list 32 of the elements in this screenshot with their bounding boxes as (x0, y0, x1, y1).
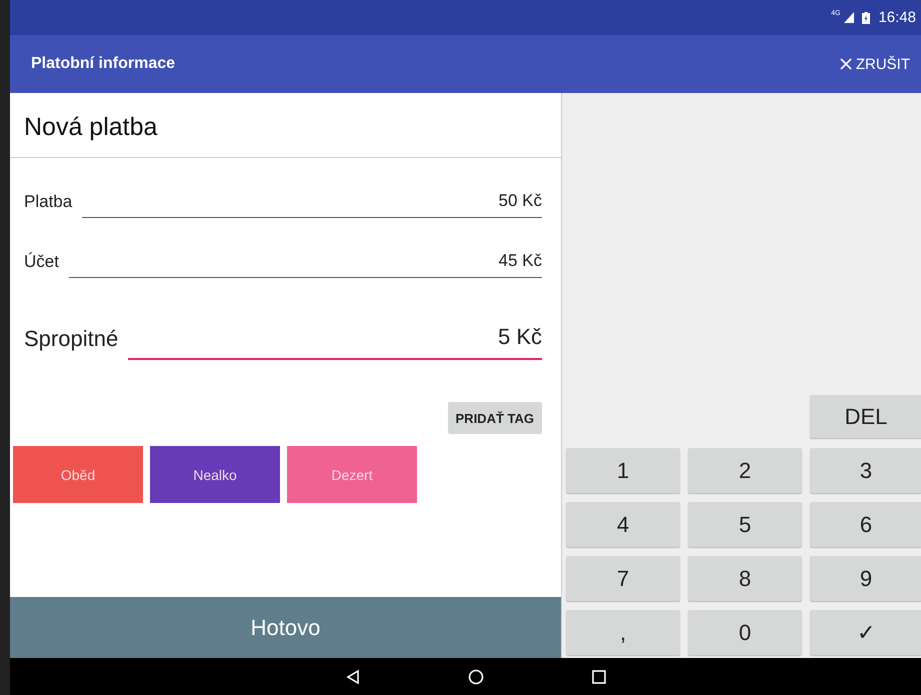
field-label: Účet (24, 252, 59, 273)
signal-icon (844, 12, 854, 23)
cancel-button[interactable]: ZRUŠIT (840, 52, 910, 76)
screen-title: Platobní informace (31, 55, 176, 73)
field-label: Spropitné (24, 326, 118, 353)
input-field[interactable]: 45 Kč (68, 251, 542, 278)
keypad-key[interactable]: ✓ (810, 610, 921, 655)
clock: 16:48 (878, 9, 916, 26)
home-icon[interactable] (468, 668, 484, 684)
keypad-key[interactable]: 5 (688, 502, 802, 547)
keypad-key[interactable]: 3 (810, 448, 921, 493)
input-field[interactable]: 5 Kč (128, 324, 542, 360)
recents-icon[interactable] (591, 668, 607, 684)
keypad-key[interactable]: 0 (688, 610, 802, 655)
add-tag-button[interactable]: PRIDAŤ TAG (448, 402, 542, 434)
keypad-key[interactable]: 1 (566, 448, 680, 493)
keypad-key[interactable]: 2 (688, 448, 802, 493)
keypad-key[interactable]: , (566, 610, 680, 655)
close-icon (840, 58, 852, 70)
input-field[interactable]: 50 Kč (82, 191, 542, 218)
keypad-key[interactable]: 9 (810, 556, 921, 601)
keypad-key[interactable]: 7 (566, 556, 680, 601)
done-button[interactable]: Hotovo (10, 597, 561, 658)
battery-icon (862, 12, 870, 24)
delete-key[interactable]: DEL (810, 395, 921, 438)
keypad-key[interactable]: 8 (688, 556, 802, 601)
form-title: Nová platba (10, 93, 561, 158)
keypad-key[interactable]: 4 (566, 502, 680, 547)
tag-chip[interactable]: Nealko (150, 446, 280, 503)
field-label: Platba (24, 192, 72, 213)
back-icon[interactable] (345, 668, 361, 684)
keypad-key[interactable]: 6 (810, 502, 921, 547)
